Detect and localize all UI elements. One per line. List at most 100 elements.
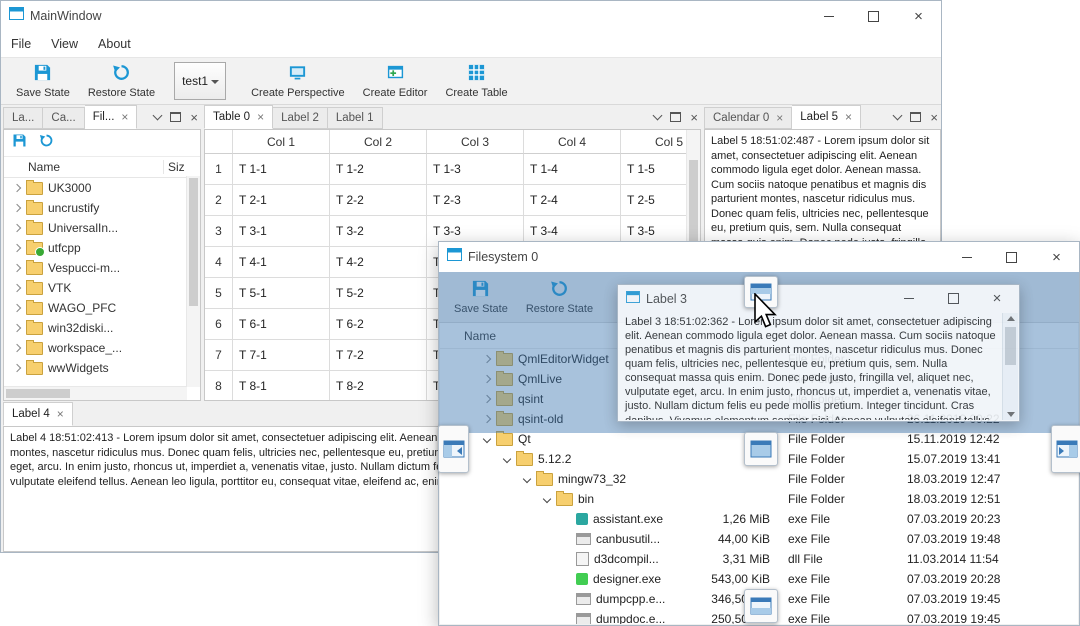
table-cell[interactable]: T 7-2 [330, 340, 427, 371]
menu-about[interactable]: About [88, 31, 141, 57]
main-titlebar[interactable]: MainWindow × [1, 1, 941, 31]
chevron-right-icon[interactable] [10, 243, 24, 253]
table-cell[interactable]: T 6-2 [330, 309, 427, 340]
restore-state-button[interactable]: Restore State [79, 61, 164, 101]
file-row[interactable]: designer.exe 543,00 KiB exe File 07.03.2019… [440, 569, 1078, 589]
tab-label1[interactable]: Label 1 [327, 107, 383, 129]
menu-view[interactable]: View [41, 31, 88, 57]
dock-indicator-bottom[interactable] [744, 589, 778, 623]
file-row[interactable]: canbusutil... 44,00 KiB exe File 07.03.2019… [440, 529, 1078, 549]
tab-close-icon[interactable]: × [57, 408, 64, 420]
table-cell[interactable]: T 2-2 [330, 185, 427, 216]
chevron-right-icon[interactable] [10, 363, 24, 373]
tab-close-icon[interactable]: × [257, 111, 264, 123]
table-cell[interactable]: T 2-3 [427, 185, 524, 216]
chevron-right-icon[interactable] [10, 183, 24, 193]
tab-close-icon[interactable]: × [776, 112, 783, 124]
chevron-right-icon[interactable] [10, 283, 24, 293]
table-cell[interactable]: T 6-1 [233, 309, 330, 340]
tree-item[interactable]: win32diski... [4, 318, 200, 338]
dock-indicator-center[interactable] [744, 432, 778, 466]
scrollbar-thumb[interactable] [6, 389, 70, 398]
tab-calendar0[interactable]: Calendar 0 × [704, 107, 793, 129]
tab-close-icon[interactable]: × [121, 111, 128, 123]
table-cell[interactable]: T 1-3 [427, 154, 524, 185]
scrollbar-thumb[interactable] [1005, 327, 1016, 365]
table-cell[interactable]: T 2-4 [524, 185, 621, 216]
minimize-button[interactable] [806, 1, 851, 31]
minimize-button[interactable] [944, 242, 989, 272]
table-cell[interactable]: T 4-1 [233, 247, 330, 278]
chevron-right-icon[interactable] [10, 303, 24, 313]
table-column-header[interactable]: Col 2 [330, 130, 427, 154]
tab-label4[interactable]: Label 4 × [3, 402, 73, 426]
chevron-right-icon[interactable] [10, 203, 24, 213]
chevron-down-icon[interactable] [540, 494, 554, 504]
tab-menu-chevron-icon[interactable] [152, 110, 163, 121]
tab-label2[interactable]: Label 2 [273, 107, 328, 129]
maximize-button[interactable] [851, 1, 896, 31]
tab-label1-truncated[interactable]: La... [3, 107, 44, 129]
file-row[interactable]: bin File Folder 18.03.2019 12:51 [440, 489, 1078, 509]
table-row-header[interactable]: 7 [205, 340, 233, 371]
table-cell[interactable]: T 4-2 [330, 247, 427, 278]
table-cell[interactable]: T 3-1 [233, 216, 330, 247]
chevron-down-icon[interactable] [480, 434, 494, 444]
table-column-header[interactable]: Col 5 [621, 130, 687, 154]
tree-item[interactable]: wwWidgets [4, 358, 200, 378]
scroll-down-icon[interactable] [1007, 412, 1015, 417]
vertical-scrollbar[interactable] [1002, 313, 1018, 420]
label3-titlebar[interactable]: Label 3 × [618, 285, 1019, 312]
filesystem-titlebar[interactable]: Filesystem 0 × [439, 242, 1079, 272]
table-row-header[interactable]: 8 [205, 371, 233, 400]
tab-filesystem-truncated[interactable]: Fil... × [84, 105, 138, 129]
table-cell[interactable]: T 5-1 [233, 278, 330, 309]
tab-close-icon[interactable]: × [845, 111, 852, 123]
table-row-header[interactable]: 4 [205, 247, 233, 278]
table-cell[interactable]: T 1-5 [621, 154, 687, 185]
chevron-right-icon[interactable] [10, 343, 24, 353]
tree-item[interactable]: VTK [4, 278, 200, 298]
name-column-header[interactable]: Name [4, 160, 163, 174]
create-editor-button[interactable]: Create Editor [354, 61, 437, 101]
table-row-header[interactable]: 1 [205, 154, 233, 185]
dock-indicator-left[interactable] [438, 425, 469, 473]
tab-menu-chevron-icon[interactable] [652, 110, 663, 121]
label3-window[interactable]: Label 3 × Label 3 18:51:02:362 - Lorem i… [617, 284, 1020, 422]
dock-indicator-right[interactable] [1051, 425, 1080, 473]
close-dock-icon[interactable]: × [690, 111, 698, 124]
tree-item[interactable]: UniversalIn... [4, 218, 200, 238]
create-table-button[interactable]: Create Table [436, 61, 516, 101]
menu-file[interactable]: File [1, 31, 41, 57]
file-row[interactable]: assistant.exe 1,26 MiB exe File 07.03.2019 … [440, 509, 1078, 529]
tab-label5[interactable]: Label 5 × [792, 105, 862, 129]
tree-item[interactable]: workspace_... [4, 338, 200, 358]
maximize-button[interactable] [989, 242, 1034, 272]
close-button[interactable]: × [1034, 242, 1079, 272]
close-dock-icon[interactable]: × [190, 111, 198, 124]
table-cell[interactable]: T 8-1 [233, 371, 330, 400]
minimize-button[interactable] [887, 285, 931, 312]
table-cell[interactable]: T 1-4 [524, 154, 621, 185]
tab-menu-chevron-icon[interactable] [892, 110, 903, 121]
scroll-up-icon[interactable] [1007, 316, 1015, 321]
tab-calendar-truncated[interactable]: Ca... [43, 107, 85, 129]
file-row[interactable]: mingw73_32 File Folder 18.03.2019 12:47 [440, 469, 1078, 489]
table-cell[interactable]: T 5-2 [330, 278, 427, 309]
file-row[interactable]: d3dcompil... 3,31 MiB dll File 11.03.2014 1… [440, 549, 1078, 569]
table-cell[interactable]: T 2-1 [233, 185, 330, 216]
float-dock-icon[interactable] [670, 112, 682, 122]
table-row-header[interactable]: 6 [205, 309, 233, 340]
create-perspective-button[interactable]: Create Perspective [242, 61, 354, 101]
float-dock-icon[interactable] [170, 112, 182, 122]
table-cell[interactable]: T 2-5 [621, 185, 687, 216]
save-state-button[interactable]: Save State [7, 61, 79, 101]
tree-item[interactable]: uncrustify [4, 198, 200, 218]
close-button[interactable]: × [896, 1, 941, 31]
save-state-icon[interactable] [12, 133, 27, 153]
table-cell[interactable]: T 7-1 [233, 340, 330, 371]
table-cell[interactable]: T 8-2 [330, 371, 427, 400]
chevron-down-icon[interactable] [500, 454, 514, 464]
vertical-scrollbar[interactable] [186, 176, 200, 387]
chevron-right-icon[interactable] [10, 263, 24, 273]
